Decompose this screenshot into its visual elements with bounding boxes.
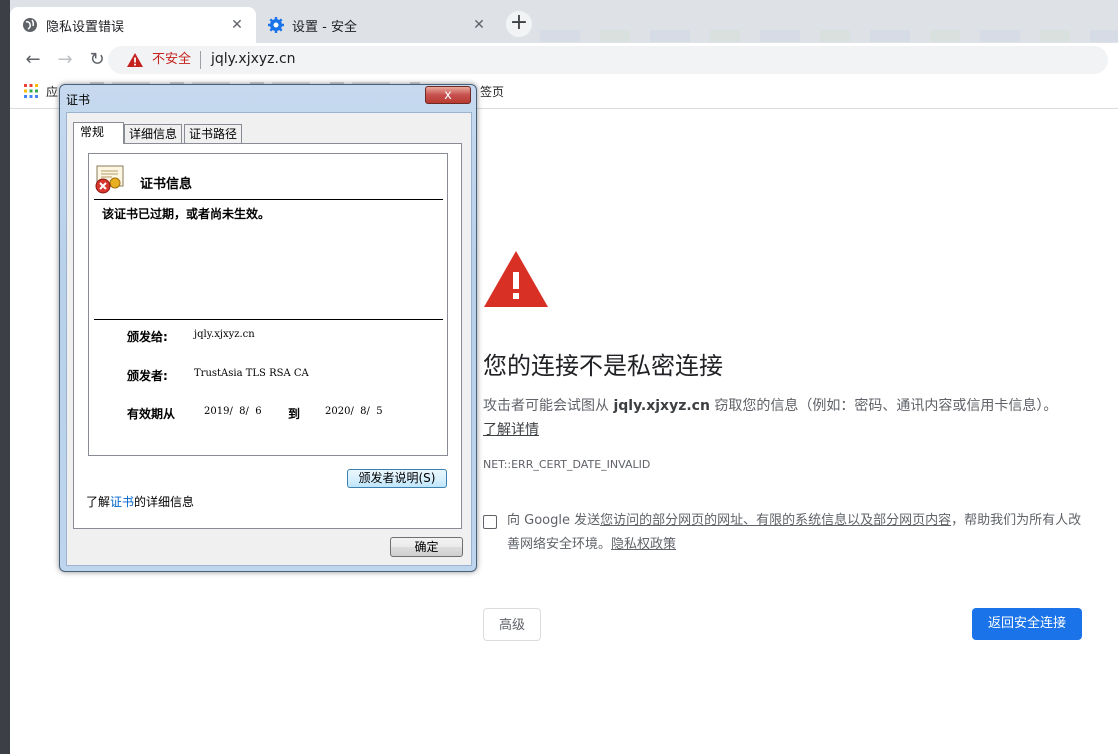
tab-general[interactable]: 常规	[73, 122, 124, 144]
description-text: 攻击者可能会试图从	[483, 398, 614, 414]
description-host: jqly.xjxyz.cn	[613, 398, 710, 414]
learn-more-text: 了解证书的详细信息	[86, 493, 194, 510]
issued-to-value: jqly.xjxyz.cn	[194, 329, 255, 340]
divider	[94, 199, 443, 200]
warning-icon[interactable]	[126, 51, 144, 69]
safebrowsing-link[interactable]: 您访问的部分网页的网址、有限的系统信息以及部分网页内容	[600, 513, 951, 528]
close-tab-icon[interactable]: ✕	[230, 18, 244, 32]
issued-by-value: TrustAsia TLS RSA CA	[194, 368, 309, 379]
tab-privacy-error[interactable]: 隐私设置错误 ✕	[10, 7, 256, 43]
issued-to-label: 颁发给:	[127, 330, 168, 344]
tab-settings-security[interactable]: 设置 - 安全 ✕	[256, 7, 498, 43]
url-text[interactable]: jqly.xjxyz.cn	[211, 50, 296, 68]
safebrowsing-text-start: 向 Google 发送	[507, 513, 601, 528]
tab-cert-path[interactable]: 证书路径	[184, 124, 242, 143]
info-title: 证书信息	[140, 177, 193, 192]
valid-from-value: 2019/ 8/ 6	[204, 406, 262, 417]
certificate-link[interactable]: 证书	[110, 495, 134, 509]
valid-to-label: 到	[288, 407, 301, 421]
error-heading: 您的连接不是私密连接	[483, 352, 723, 380]
apps-grid-icon[interactable]	[24, 84, 38, 98]
learn-more-link[interactable]: 了解详情	[483, 422, 539, 438]
cert-status-message: 该证书已过期，或者尚未生效。	[102, 207, 271, 221]
valid-to-value: 2020/ 8/ 5	[325, 406, 383, 417]
back-icon[interactable]: ←	[22, 49, 44, 71]
advanced-button[interactable]: 高级	[483, 608, 541, 641]
privacy-policy-link[interactable]: 隐私权政策	[611, 537, 676, 552]
learn-prefix: 了解	[86, 495, 111, 509]
learn-suffix: 的详细信息	[134, 495, 195, 509]
divider	[94, 319, 443, 320]
valid-from-label: 有效期从	[127, 407, 176, 421]
error-description: 攻击者可能会试图从 jqly.xjxyz.cn 窃取您的信息（例如：密码、通讯内…	[483, 394, 1063, 442]
description-text: 窃取您的信息（例如：密码、通讯内容或信用卡信息）。	[709, 398, 1058, 414]
back-to-safety-button[interactable]: 返回安全连接	[972, 608, 1082, 640]
error-code[interactable]: NET::ERR_CERT_DATE_INVALID	[483, 458, 650, 471]
security-chip-label[interactable]: 不安全	[152, 51, 191, 69]
apps-label[interactable]: 应	[46, 83, 58, 100]
tab-strip-background	[540, 30, 1118, 42]
issuer-statement-button[interactable]: 颁发者说明(S)	[347, 469, 447, 488]
close-tab-icon[interactable]: ✕	[472, 18, 486, 32]
other-bookmarks-label[interactable]: 签页	[480, 83, 504, 100]
tab-details[interactable]: 详细信息	[124, 124, 182, 143]
forward-icon[interactable]: →	[54, 49, 76, 71]
certificate-error-icon	[95, 165, 124, 194]
dialog-title: 证书	[66, 93, 91, 107]
gear-icon	[268, 17, 284, 33]
ok-button[interactable]: 确定	[390, 537, 463, 557]
omnibox-divider	[200, 51, 201, 69]
issued-by-label: 颁发者:	[127, 369, 168, 383]
error-warning-icon	[484, 251, 548, 307]
new-tab-button[interactable]: +	[506, 11, 532, 37]
tab-title: 设置 - 安全	[292, 19, 357, 35]
reload-icon[interactable]: ↻	[86, 49, 108, 71]
dialog-close-button[interactable]: x	[425, 86, 471, 104]
safebrowsing-checkbox[interactable]	[483, 515, 497, 529]
tab-title: 隐私设置错误	[46, 19, 125, 35]
safebrowsing-text: 向 Google 发送您访问的部分网页的网址、有限的系统信息以及部分网页内容，帮…	[507, 509, 1087, 557]
desktop-edge	[0, 0, 10, 754]
globe-icon	[22, 17, 38, 33]
